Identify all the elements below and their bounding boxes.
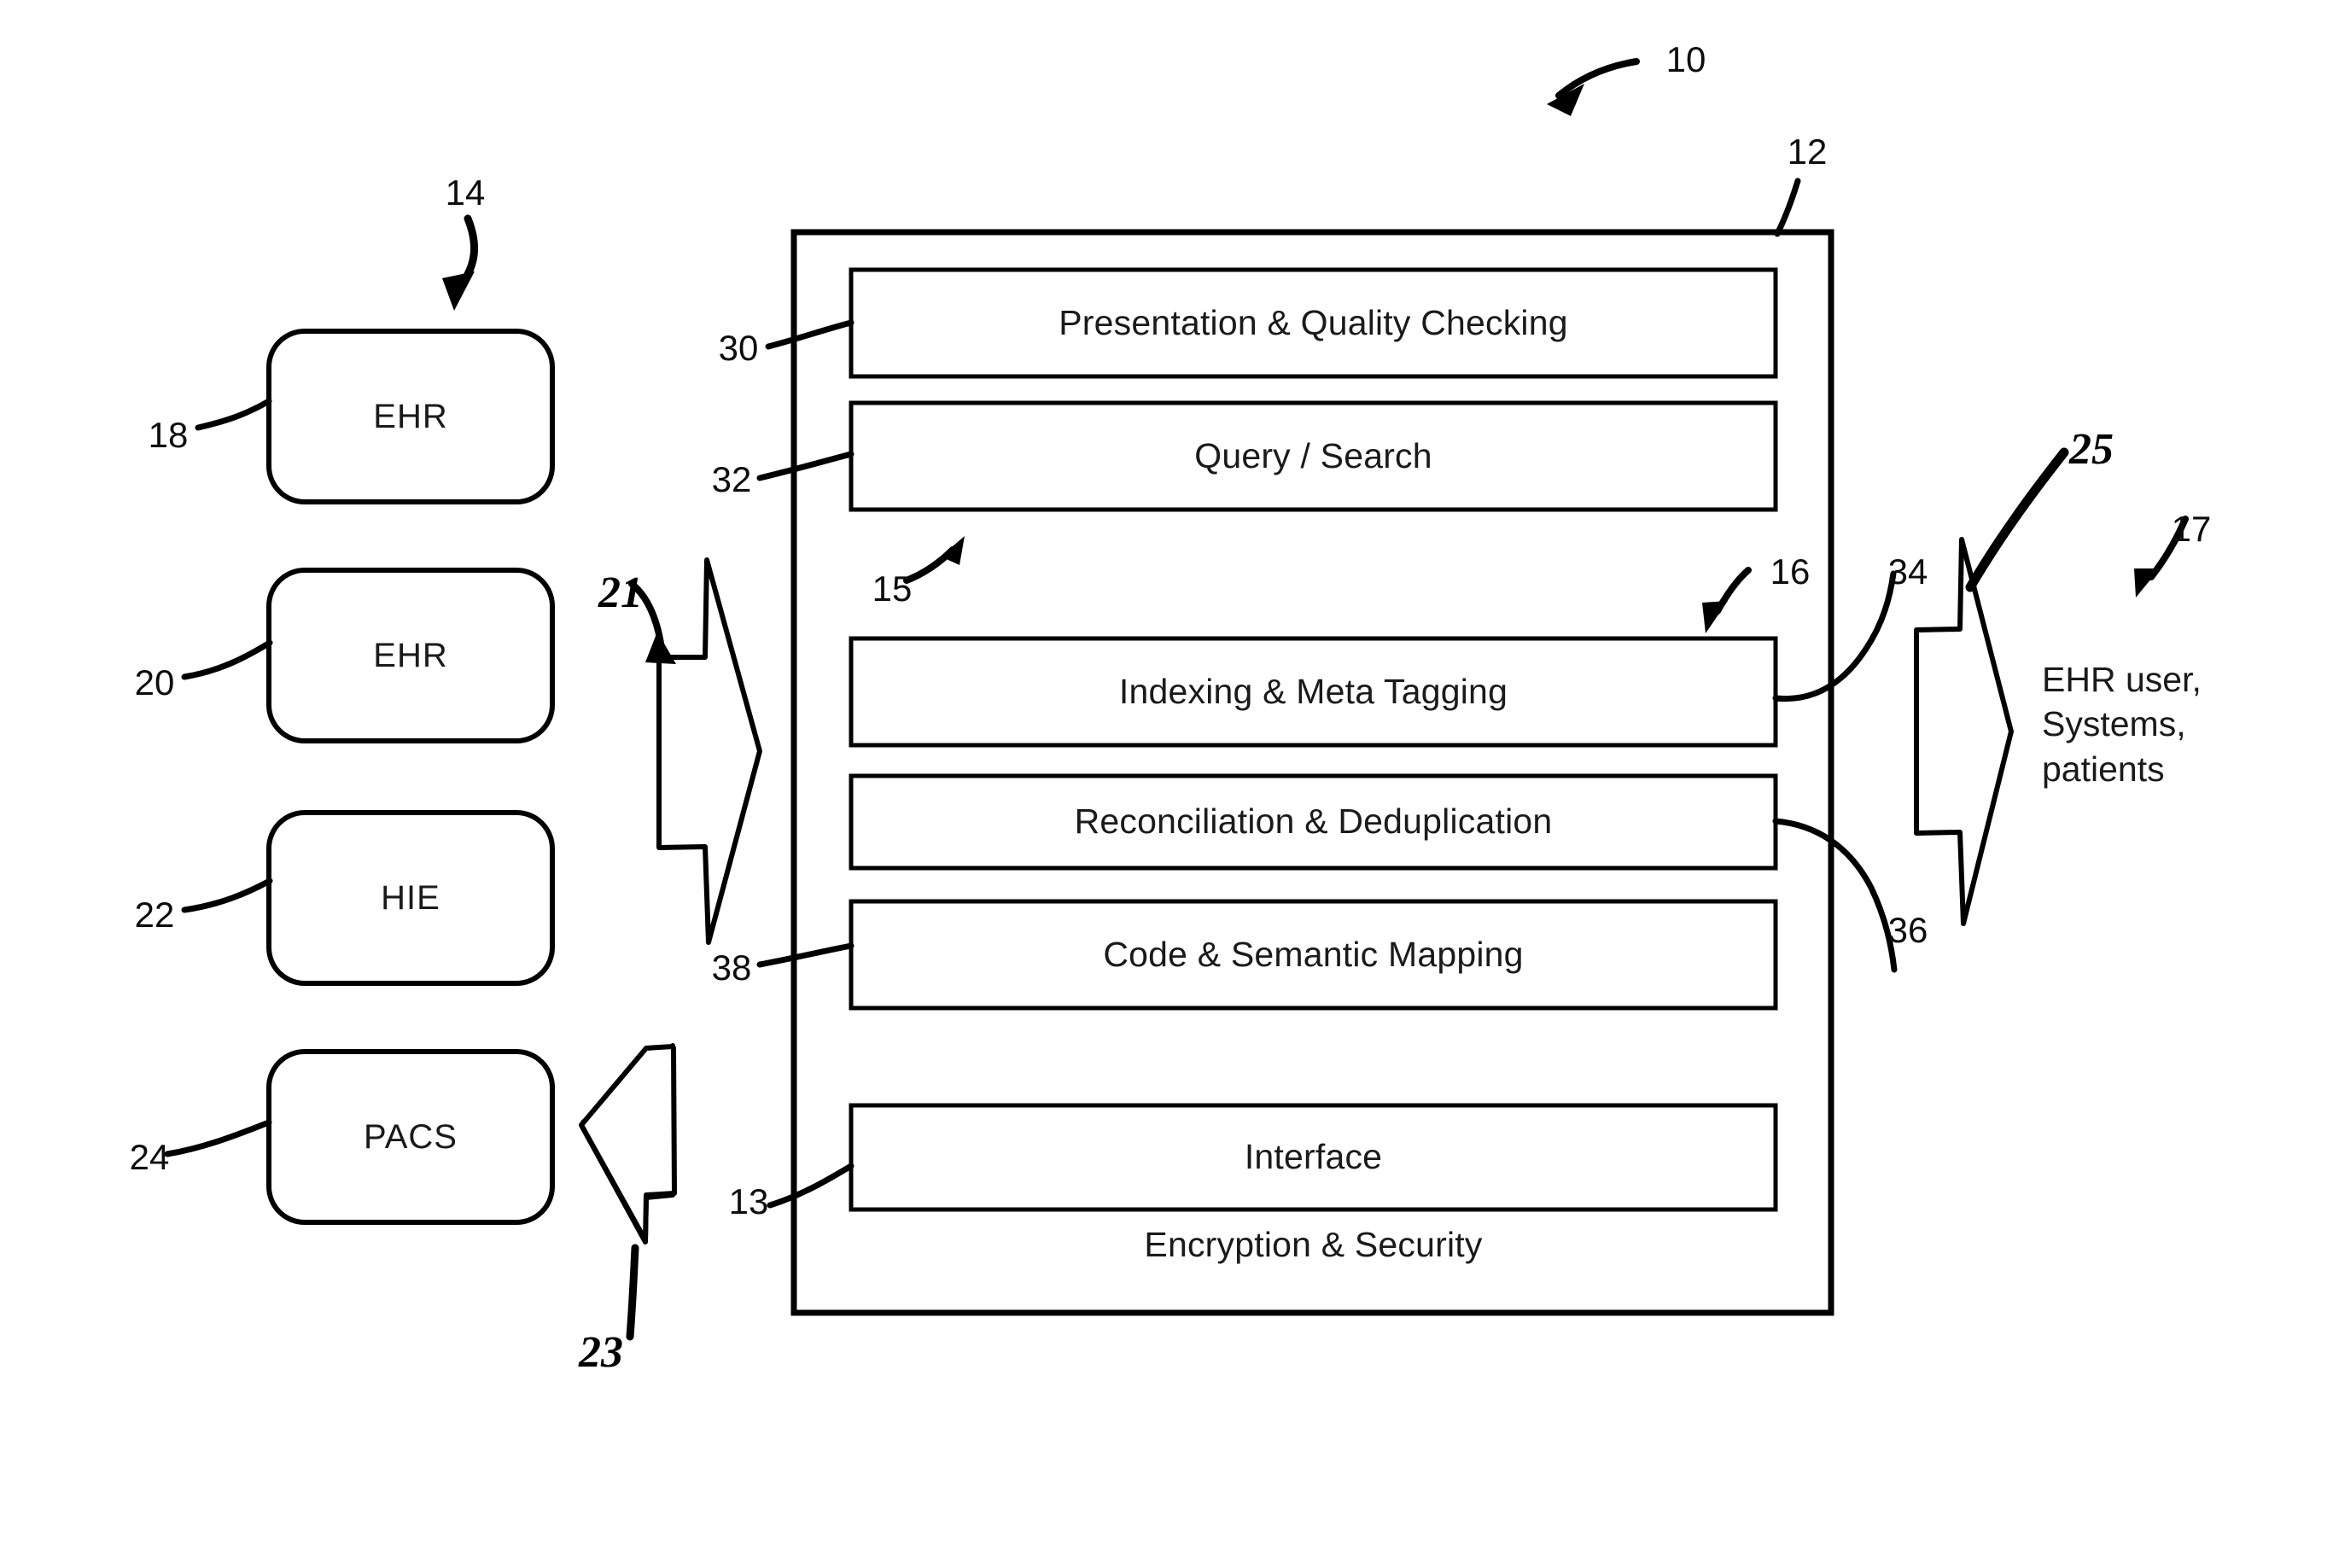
ref-leader-18	[195, 398, 272, 431]
ref-leader-20	[181, 639, 273, 680]
ref-number-22: 22	[134, 894, 175, 935]
ref-number-18: 18	[148, 414, 189, 455]
ref-leader-22	[181, 877, 273, 913]
ref-number-21: 21	[598, 568, 643, 618]
source-box-label-ehr-18: EHR	[373, 398, 448, 435]
layer-label-query-search: Query / Search	[1194, 435, 1432, 475]
ref-number-10: 10	[1665, 38, 1706, 79]
ref-number-12: 12	[1787, 131, 1828, 172]
consumers-line-3: patients	[2042, 749, 2165, 789]
ref-number-20: 20	[134, 662, 175, 702]
ref-number-16: 16	[1770, 551, 1811, 592]
ref-leader-10	[1555, 58, 1640, 99]
ref-number-34: 34	[1887, 551, 1928, 592]
layer-label-indexing: Indexing & Meta Tagging	[1118, 671, 1508, 711]
source-box-label-ehr-20: EHR	[373, 637, 448, 674]
ref-number-24: 24	[129, 1136, 170, 1177]
ref-number-15: 15	[872, 568, 913, 609]
ref-number-23: 23	[579, 1328, 623, 1378]
ref-number-25: 25	[2069, 425, 2114, 475]
ref-leader-12	[1774, 178, 1801, 237]
flow-arrow-23-alt	[579, 1044, 677, 1243]
ref-number-13: 13	[728, 1180, 769, 1221]
consumers-label: EHR user, Systems, patients	[2042, 657, 2333, 811]
layer-label-code-semantic: Code & Semantic Mapping	[1103, 934, 1524, 974]
layer-label-presentation: Presentation & Quality Checking	[1059, 302, 1568, 342]
ref-number-32: 32	[711, 458, 752, 499]
consumers-line-1: EHR user,	[2042, 660, 2202, 699]
encryption-security-label: Encryption & Security	[1144, 1225, 1483, 1265]
source-box-label-pacs-24: PACS	[364, 1118, 458, 1156]
consumers-line-2: Systems,	[2042, 704, 2186, 744]
ref-number-38: 38	[711, 947, 752, 988]
ref-number-17: 17	[2171, 508, 2212, 549]
ref-leader-17-head	[2134, 568, 2160, 597]
ref-number-30: 30	[718, 327, 759, 368]
ref-leader-14-head	[442, 271, 475, 311]
source-box-label-hie-22: HIE	[381, 879, 440, 917]
ref-number-36: 36	[1887, 909, 1928, 950]
layer-label-reconciliation: Reconciliation & Deduplication	[1074, 801, 1553, 842]
layer-label-interface: Interface	[1244, 1137, 1383, 1177]
ref-number-14: 14	[445, 172, 486, 213]
flow-arrow-21	[656, 557, 762, 945]
figure-canvas: EHR EHR HIE PACS Presentation & Quality …	[0, 0, 2333, 1568]
